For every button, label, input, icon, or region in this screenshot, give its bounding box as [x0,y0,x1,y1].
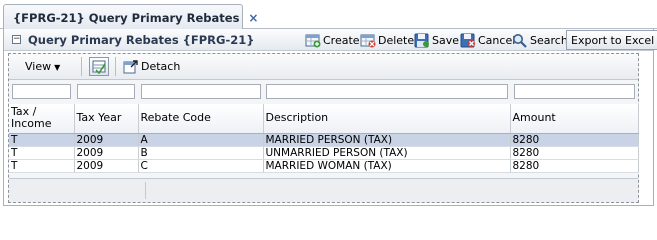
toolbar-divider [115,57,116,76]
create-icon [305,34,321,47]
column-header-tax-income[interactable]: Tax / Income [9,104,75,134]
create-label: Create [323,33,360,47]
detach-icon [123,60,138,74]
cell-description: MARRIED WOMAN (TAX) [263,159,511,173]
filter-input-amount[interactable] [514,84,635,99]
filter-row [9,81,638,101]
tab-query-primary-rebates[interactable]: {FPRG-21} Query Primary Rebates × [3,4,258,30]
column-header-description[interactable]: Description [263,104,511,134]
detach-label: Detach [141,60,181,73]
detach-button[interactable]: Detach [123,59,180,74]
cell-rebate-code: C [138,159,264,173]
search-button[interactable]: Search [512,31,568,49]
cell-amount: 8280 [510,159,639,173]
cell-description: UNMARRIED PERSON (TAX) [263,146,511,160]
cancel-label: Cancel [478,33,516,47]
column-header-tax-year[interactable]: Tax Year [74,104,139,134]
table-row[interactable]: T 2009 C MARRIED WOMAN (TAX) 8280 [9,159,639,173]
create-button[interactable]: Create [305,31,360,49]
cell-rebate-code: A [138,133,264,147]
save-icon [414,33,429,47]
export-to-excel-button[interactable]: Export to Excel [566,30,657,50]
cancel-button[interactable]: Cancel [460,31,515,49]
chevron-down-icon: ▼ [54,63,61,72]
toolbar-divider [81,57,82,76]
cell-tax-income: T [9,146,75,160]
view-menu[interactable]: View ▼ [25,60,60,73]
cell-description: MARRIED PERSON (TAX) [263,133,511,147]
search-label: Search [530,33,568,47]
table-footer [9,178,638,202]
tab-strip: {FPRG-21} Query Primary Rebates × [0,0,657,30]
results-region: View ▼ Detach Tax / Income Tax Year Reba… [8,53,639,203]
filter-input-tax-income[interactable] [12,84,71,99]
query-panel: − Query Primary Rebates {FPRG-21} Create [3,29,657,206]
table-row[interactable]: T 2009 B UNMARRIED PERSON (TAX) 8280 [9,146,639,160]
panel-title: Query Primary Rebates {FPRG-21} [28,33,255,47]
view-menu-label: View [25,60,52,73]
filter-input-rebate-code[interactable] [141,84,261,99]
column-header-rebate-code[interactable]: Rebate Code [138,104,264,134]
cell-tax-year: 2009 [74,133,139,147]
rebates-table: Tax / Income Tax Year Rebate Code Descri… [9,104,639,173]
cell-rebate-code: B [138,146,264,160]
panel-header: − Query Primary Rebates {FPRG-21} Create [4,29,657,51]
close-icon[interactable]: × [248,12,258,24]
delete-button[interactable]: Delete [360,31,414,49]
column-header-amount[interactable]: Amount [510,104,639,134]
cell-amount: 8280 [510,133,639,147]
footer-divider [145,182,146,199]
save-button[interactable]: Save [414,31,459,49]
search-icon [513,33,527,48]
cell-tax-income: T [9,133,75,147]
cell-tax-year: 2009 [74,159,139,173]
delete-icon [360,34,376,47]
tab-title: {FPRG-21} Query Primary Rebates [13,10,240,25]
cell-tax-income: T [9,159,75,173]
cell-amount: 8280 [510,146,639,160]
collapse-icon[interactable]: − [12,35,21,44]
filter-input-description[interactable] [266,84,508,99]
grid-settings-icon [92,60,106,75]
delete-label: Delete [378,33,415,47]
table-toolbar: View ▼ Detach [9,54,638,80]
grid-settings-button[interactable] [89,57,109,76]
table-header-row: Tax / Income Tax Year Rebate Code Descri… [9,104,639,134]
cancel-icon [460,33,475,47]
save-label: Save [432,33,460,47]
filter-input-tax-year[interactable] [77,84,135,99]
table-row[interactable]: T 2009 A MARRIED PERSON (TAX) 8280 [9,133,639,147]
cell-tax-year: 2009 [74,146,139,160]
